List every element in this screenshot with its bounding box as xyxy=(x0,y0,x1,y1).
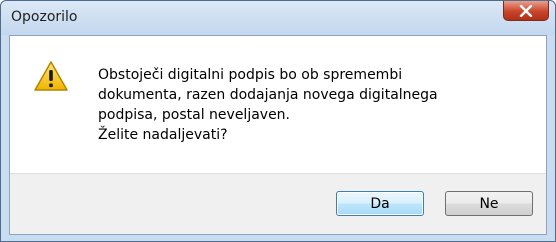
no-button[interactable]: Ne xyxy=(445,191,533,216)
close-button[interactable] xyxy=(503,1,549,21)
message-line: Obstoječi digitalni podpis bo ob spremem… xyxy=(98,67,403,83)
button-bar: Da Ne xyxy=(10,173,546,234)
message-text: Obstoječi digitalni podpis bo ob spremem… xyxy=(98,65,528,145)
close-icon xyxy=(519,4,533,17)
window-title: Opozorilo xyxy=(11,9,78,25)
message-area: Obstoječi digitalni podpis bo ob spremem… xyxy=(10,36,546,173)
title-bar[interactable]: Opozorilo xyxy=(1,1,555,35)
warning-icon xyxy=(34,61,68,91)
message-line: podpisa, postal neveljaven. xyxy=(98,107,291,123)
message-line: Želite nadaljevati? xyxy=(98,127,228,143)
dialog-client: Obstoječi digitalni podpis bo ob spremem… xyxy=(9,35,547,235)
message-line: dokumenta, razen dodajanja novega digita… xyxy=(98,87,438,103)
yes-button[interactable]: Da xyxy=(336,191,424,216)
dialog-window: Opozorilo Obstoječi digitalni podpis bo … xyxy=(0,0,556,242)
